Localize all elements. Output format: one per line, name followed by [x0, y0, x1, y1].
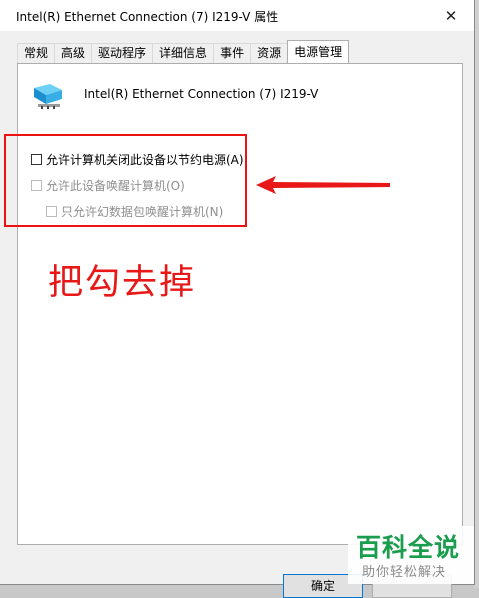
tab-power-management[interactable]: 电源管理 [287, 40, 350, 63]
network-adapter-icon [34, 84, 62, 109]
annotation-text: 把勾去掉 [48, 263, 197, 303]
watermark-subtitle: 助你轻松解决 [362, 565, 447, 580]
dialog-body: 常规 高级 驱动程序 详细信息 事件 资源 电源管理 Intel(R) Ethe… [0, 31, 474, 598]
title-bar: Intel(R) Ethernet Connection (7) I219-V … [0, 0, 474, 31]
tab-details[interactable]: 详细信息 [152, 43, 215, 63]
tab-general[interactable]: 常规 [17, 43, 56, 63]
highlight-box [4, 134, 247, 227]
window-title: Intel(R) Ethernet Connection (7) I219-V … [16, 10, 279, 24]
watermark: 百科全说 助你轻松解决 [348, 526, 474, 584]
tab-advanced[interactable]: 高级 [54, 43, 93, 63]
tab-resources[interactable]: 资源 [250, 43, 289, 63]
device-name: Intel(R) Ethernet Connection (7) I219-V [84, 87, 319, 101]
close-button[interactable]: ✕ [428, 0, 474, 31]
tab-driver[interactable]: 驱动程序 [91, 43, 154, 63]
close-icon: ✕ [444, 6, 458, 25]
tab-events[interactable]: 事件 [213, 43, 252, 63]
watermark-title: 百科全说 [356, 533, 461, 562]
red-arrow-icon [256, 176, 390, 194]
tab-strip: 常规 高级 驱动程序 详细信息 事件 资源 电源管理 [17, 40, 350, 63]
